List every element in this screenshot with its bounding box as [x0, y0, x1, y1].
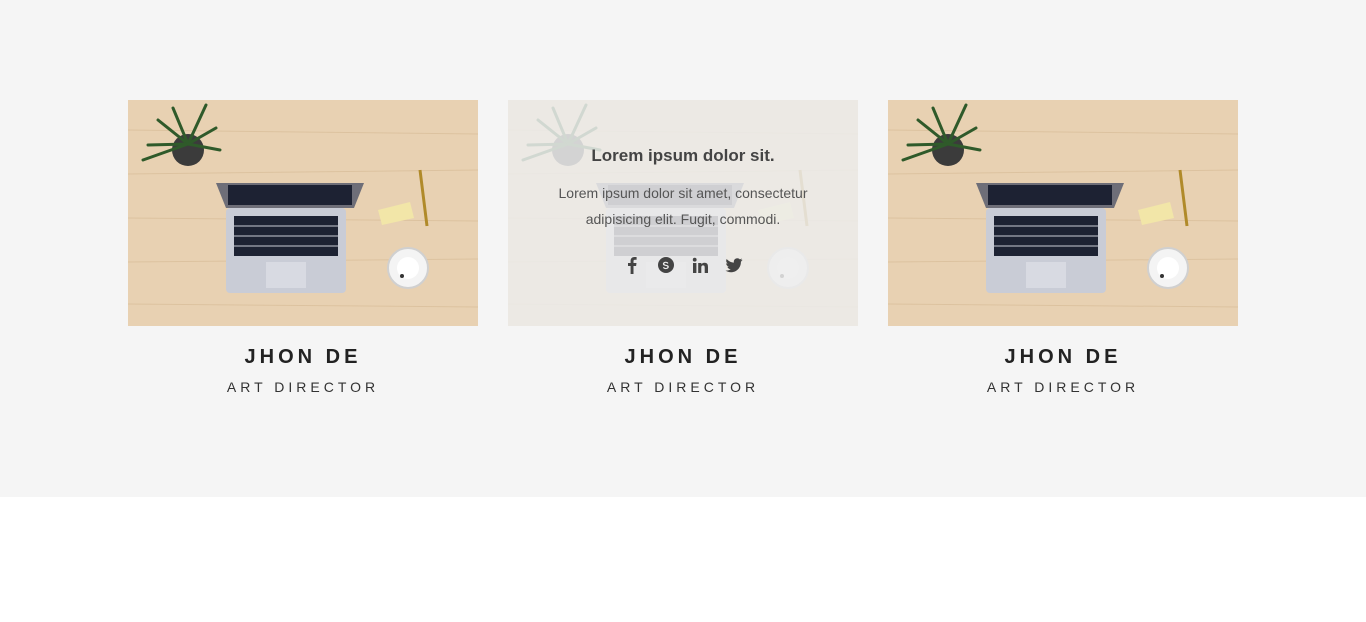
team-photo — [128, 100, 478, 326]
team-card[interactable]: Lorem ipsum dolor sit. Lorem ipsum dolor… — [508, 100, 858, 395]
linkedin-icon[interactable] — [690, 255, 710, 275]
team-card[interactable]: JHON DE ART DIRECTOR — [128, 100, 478, 395]
team-photo: Lorem ipsum dolor sit. Lorem ipsum dolor… — [508, 100, 858, 326]
hover-overlay: Lorem ipsum dolor sit. Lorem ipsum dolor… — [508, 100, 858, 326]
member-role: ART DIRECTOR — [226, 379, 380, 395]
member-name: JHON DE — [1004, 346, 1122, 368]
social-links — [508, 255, 858, 275]
overlay-text: Lorem ipsum dolor sit amet, consectetur … — [558, 185, 808, 227]
workspace-image — [128, 100, 478, 326]
skype-icon[interactable] — [656, 255, 676, 275]
team-photo — [888, 100, 1238, 326]
overlay-title: Lorem ipsum dolor sit. — [591, 146, 775, 165]
workspace-image — [888, 100, 1238, 326]
twitter-icon[interactable] — [724, 255, 744, 275]
member-role: ART DIRECTOR — [986, 379, 1140, 395]
facebook-icon[interactable] — [622, 255, 642, 275]
member-name: JHON DE — [624, 346, 742, 368]
member-role: ART DIRECTOR — [606, 379, 760, 395]
team-section: JHON DE ART DIRECTOR Lorem ipsum dolor s… — [0, 0, 1366, 497]
team-card[interactable]: JHON DE ART DIRECTOR — [888, 100, 1238, 395]
member-name: JHON DE — [244, 346, 362, 368]
